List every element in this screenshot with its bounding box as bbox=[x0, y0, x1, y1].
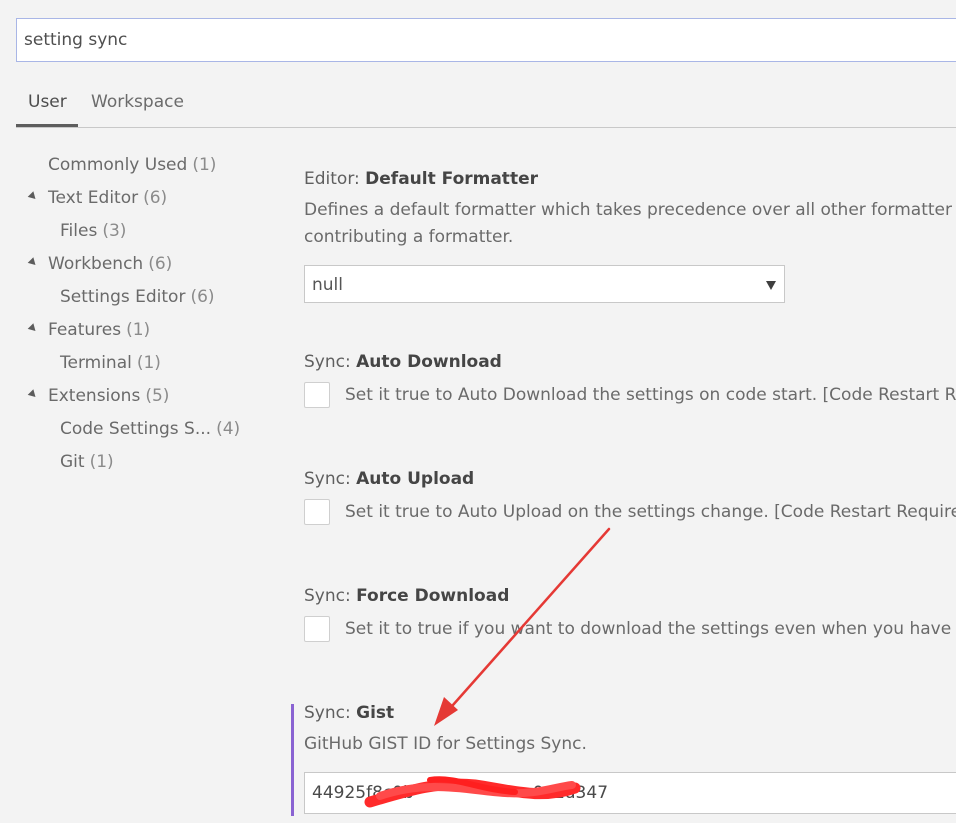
checkbox-description: Set it true to Auto Download the setting… bbox=[345, 385, 956, 405]
focused-setting-indicator bbox=[291, 704, 294, 816]
toc-count: (6) bbox=[143, 188, 168, 208]
toc-label: Workbench bbox=[48, 254, 144, 274]
toc-item-text-editor[interactable]: Text Editor (6) bbox=[48, 183, 167, 213]
setting-auto-upload: Sync: Auto Upload bbox=[304, 469, 956, 489]
setting-title: Editor: Default Formatter bbox=[304, 169, 956, 189]
toc-count: (6) bbox=[148, 254, 173, 274]
setting-default-formatter: Editor: Default Formatter Defines a defa… bbox=[304, 169, 956, 251]
default-formatter-select[interactable]: null bbox=[304, 265, 785, 303]
force-download-checkbox[interactable] bbox=[304, 616, 330, 642]
dropdown-arrow-icon bbox=[766, 281, 776, 290]
setting-title: Sync: Force Download bbox=[304, 586, 956, 606]
setting-gist: Sync: Gist GitHub GIST ID for Settings S… bbox=[304, 703, 956, 758]
setting-title: Sync: Gist bbox=[304, 703, 956, 723]
setting-name: Auto Download bbox=[356, 352, 502, 372]
tab-workspace[interactable]: Workspace bbox=[91, 92, 184, 112]
toc-item-extensions[interactable]: Extensions (5) bbox=[48, 381, 169, 411]
setting-name: Gist bbox=[356, 703, 395, 723]
checkbox-description: Set it to true if you want to download t… bbox=[345, 619, 952, 639]
settings-scope-tabs: User Workspace bbox=[16, 84, 956, 128]
expanded-arrow-icon[interactable] bbox=[27, 191, 39, 202]
auto-upload-checkbox[interactable] bbox=[304, 499, 330, 525]
toc-label: Commonly Used bbox=[48, 155, 188, 175]
toc-label: Files bbox=[60, 221, 98, 241]
toc-label: Text Editor bbox=[48, 188, 139, 208]
toc-label: Extensions bbox=[48, 386, 141, 406]
setting-category: Sync: bbox=[304, 703, 357, 723]
checkbox-description: Set it true to Auto Upload on the settin… bbox=[345, 502, 956, 522]
expanded-arrow-icon[interactable] bbox=[27, 323, 39, 334]
setting-category: Sync: bbox=[304, 352, 357, 372]
toc-label: Code Settings S... bbox=[60, 419, 212, 439]
description-line-1: Defines a default formatter which takes … bbox=[304, 200, 953, 220]
settings-search-input[interactable] bbox=[16, 18, 956, 62]
setting-name: Default Formatter bbox=[365, 169, 538, 189]
toc-label: Git bbox=[60, 452, 85, 472]
toc-count: (4) bbox=[216, 419, 241, 439]
setting-category: Sync: bbox=[304, 469, 357, 489]
setting-name: Auto Upload bbox=[356, 469, 475, 489]
toc-count: (6) bbox=[190, 287, 215, 307]
setting-title: Sync: Auto Upload bbox=[304, 469, 956, 489]
tab-user[interactable]: User bbox=[28, 92, 67, 112]
toc-item-features[interactable]: Features (1) bbox=[48, 315, 150, 345]
toc-item-settings-editor[interactable]: Settings Editor (6) bbox=[60, 282, 215, 312]
toc-item-files[interactable]: Files (3) bbox=[60, 216, 126, 246]
setting-force-download: Sync: Force Download bbox=[304, 586, 956, 606]
setting-name: Force Download bbox=[356, 586, 510, 606]
toc-label: Terminal bbox=[60, 353, 132, 373]
select-value: null bbox=[312, 275, 343, 295]
expanded-arrow-icon[interactable] bbox=[27, 389, 39, 400]
expanded-arrow-icon[interactable] bbox=[27, 257, 39, 268]
toc-label: Features bbox=[48, 320, 122, 340]
setting-auto-download: Sync: Auto Download bbox=[304, 352, 956, 372]
setting-category: Editor: bbox=[304, 169, 366, 189]
toc-count: (3) bbox=[102, 221, 127, 241]
gist-id-input[interactable] bbox=[304, 772, 956, 814]
setting-category: Sync: bbox=[304, 586, 357, 606]
description-line-2: contributing a formatter. bbox=[304, 227, 514, 247]
toc-count: (1) bbox=[89, 452, 114, 472]
toc-item-workbench[interactable]: Workbench (6) bbox=[48, 249, 172, 279]
toc-count: (1) bbox=[192, 155, 217, 175]
toc-label: Settings Editor bbox=[60, 287, 186, 307]
auto-download-checkbox[interactable] bbox=[304, 382, 330, 408]
toc-item-code-settings-sync[interactable]: Code Settings S... (4) bbox=[60, 414, 240, 444]
setting-description: Defines a default formatter which takes … bbox=[304, 197, 956, 251]
active-tab-indicator bbox=[16, 124, 78, 127]
setting-title: Sync: Auto Download bbox=[304, 352, 956, 372]
auto-upload-row: Set it true to Auto Upload on the settin… bbox=[304, 499, 956, 526]
toc-count: (1) bbox=[126, 320, 151, 340]
toc-count: (1) bbox=[136, 353, 161, 373]
auto-download-row: Set it true to Auto Download the setting… bbox=[304, 382, 956, 409]
setting-description: GitHub GIST ID for Settings Sync. bbox=[304, 734, 587, 754]
toc-item-git[interactable]: Git (1) bbox=[60, 447, 114, 477]
toc-item-commonly-used[interactable]: Commonly Used (1) bbox=[48, 150, 216, 180]
toc-count: (5) bbox=[145, 386, 170, 406]
toc-item-terminal[interactable]: Terminal (1) bbox=[60, 348, 161, 378]
force-download-row: Set it to true if you want to download t… bbox=[304, 616, 956, 643]
